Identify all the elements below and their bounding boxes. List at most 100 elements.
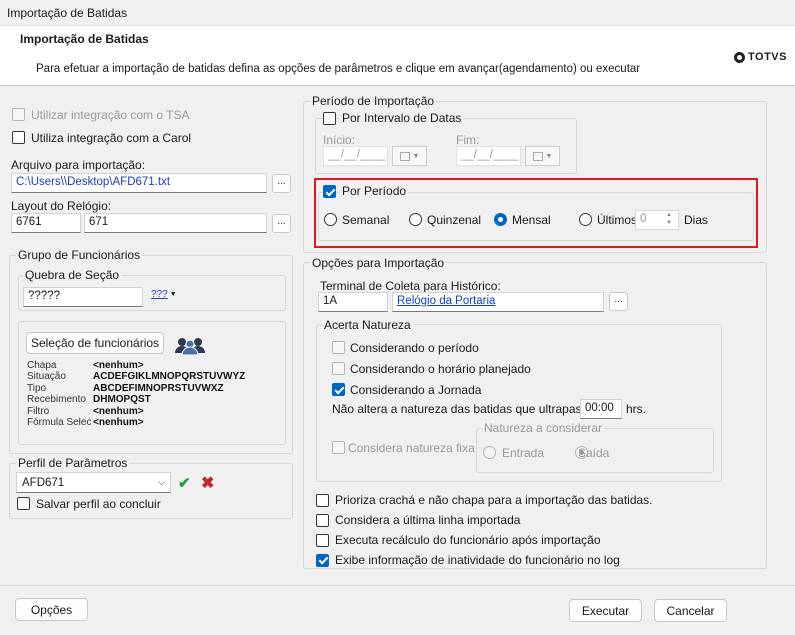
- perfil-title: Perfil de Parâmetros: [16, 456, 130, 470]
- ultimos-radio[interactable]: [579, 213, 592, 226]
- opcoes-check-row: Executa recálculo do funcionário após im…: [316, 530, 756, 550]
- inicio-date-input[interactable]: __/__/____: [323, 146, 388, 166]
- quinzenal-label: Quinzenal: [427, 213, 482, 227]
- selecao-field-value: ACDEFGIKLMNOPQRSTUVWYZ: [93, 371, 246, 383]
- fim-label: Fim:: [456, 133, 480, 147]
- carol-checkbox[interactable]: [12, 131, 25, 144]
- por-periodo-checkbox[interactable]: [323, 185, 336, 198]
- terminal-label: Terminal de Coleta para Histórico:: [320, 279, 501, 293]
- saida-label: Saída: [578, 446, 610, 460]
- selecao-field-value: <nenhum>: [93, 359, 144, 371]
- users-group-icon[interactable]: [174, 336, 206, 356]
- perfil-select[interactable]: AFD671 ⌵: [16, 472, 171, 493]
- opcoes-check-row: Exibe informação de inatividade do funci…: [316, 550, 756, 570]
- terminal-name-input[interactable]: Relógio da Portaria: [392, 292, 604, 312]
- acerta-option-checkbox[interactable]: [332, 362, 345, 375]
- inicio-label: Início:: [323, 133, 356, 147]
- natureza-considerar-title: Natureza a considerar: [482, 421, 605, 435]
- selecao-field-label: Chapa: [27, 359, 57, 371]
- chevron-down-icon: ⌵: [158, 477, 165, 487]
- arquivo-browse-button[interactable]: ...: [272, 174, 291, 193]
- acerta-option-label: Considerando o período: [350, 340, 479, 355]
- totvs-logo-icon: [734, 51, 745, 63]
- quebra-dropdown-button[interactable]: ??? ▼: [151, 289, 177, 300]
- opcoes-check-checkbox[interactable]: [316, 513, 329, 527]
- page-title: Importação de Batidas: [20, 32, 149, 46]
- cancelar-button[interactable]: Cancelar: [654, 599, 727, 622]
- intervalo-checkbox[interactable]: [323, 112, 336, 125]
- executar-button[interactable]: Executar: [569, 599, 642, 622]
- opcoes-check-checkbox[interactable]: [316, 533, 329, 547]
- quebra-dropdown-label: ???: [151, 289, 168, 300]
- tsa-checkbox[interactable]: [12, 108, 25, 121]
- delete-x-icon[interactable]: ✖: [201, 473, 214, 493]
- acerta-option-row: Considerando a Jornada: [332, 379, 712, 400]
- chevron-down-icon: ▼: [412, 152, 420, 160]
- tsa-label: Utilizar integração com o TSA: [31, 108, 190, 122]
- chevron-down-icon: ▼: [169, 291, 177, 298]
- nao-altera-unit: hrs.: [626, 402, 647, 416]
- opcoes-check-label: Prioriza crachá e não chapa para a impor…: [335, 493, 653, 507]
- dias-label: Dias: [684, 213, 709, 227]
- semanal-label: Semanal: [342, 213, 390, 227]
- acerta-title: Acerta Natureza: [322, 318, 413, 332]
- selecao-field-label: Situação: [27, 371, 66, 383]
- terminal-code-input[interactable]: 1A: [318, 292, 388, 312]
- selecao-field-row: Recebimento DHMOPQST: [27, 394, 282, 407]
- acerta-options: Considerando o período Considerando o hor…: [332, 337, 712, 400]
- selecao-field-row: Situação ACDEFGIKLMNOPQRSTUVWYZ: [27, 371, 282, 384]
- por-periodo-label: Por Período: [340, 184, 409, 198]
- selecao-field-label: Fórmula Selec: [27, 417, 92, 429]
- selecao-fields-list: Chapa <nenhum> Situação ACDEFGIKLMNOPQRSTUV…: [27, 360, 282, 429]
- mensal-label: Mensal: [512, 213, 551, 227]
- opcoes-checks: Prioriza crachá e não chapa para a impor…: [316, 490, 756, 570]
- opcoes-check-label: Executa recálculo do funcionário após im…: [335, 533, 601, 547]
- header-panel: Importação de Batidas Para efetuar a imp…: [0, 26, 795, 86]
- terminal-browse-button[interactable]: ...: [609, 292, 628, 311]
- fim-date-input[interactable]: __/__/____: [456, 146, 521, 166]
- semanal-radio[interactable]: [324, 213, 337, 226]
- confirm-check-icon[interactable]: ✔: [178, 474, 191, 492]
- opcoes-button[interactable]: Opções: [15, 598, 88, 621]
- totvs-logo: TOTVS: [734, 51, 787, 63]
- arquivo-label: Arquivo para importação:: [11, 158, 146, 172]
- layout-label: Layout do Relógio:: [11, 199, 112, 213]
- selecao-field-row: Filtro <nenhum>: [27, 406, 282, 418]
- layout-name-input[interactable]: 671: [84, 213, 267, 233]
- inicio-calendar-button[interactable]: ▼: [392, 146, 427, 166]
- opcoes-check-label: Exibe informação de inatividade do funci…: [335, 553, 620, 567]
- perfil-select-value: AFD671: [22, 476, 65, 489]
- ultimos-spinner[interactable]: 0: [635, 210, 679, 230]
- selecao-funcionarios-button[interactable]: Seleção de funcionários: [26, 332, 164, 354]
- mensal-radio[interactable]: [494, 213, 507, 226]
- window-titlebar: Importação de Batidas: [0, 0, 795, 26]
- quinzenal-radio[interactable]: [409, 213, 422, 226]
- selecao-field-row: Tipo ABCDEFIMNOPRSTUVWXZ: [27, 383, 282, 395]
- periodo-title: Período de Importação: [310, 94, 437, 108]
- page-description: Para efetuar a importação de batidas def…: [36, 63, 641, 75]
- selecao-field-value: ABCDEFIMNOPRSTUVWXZ: [93, 382, 224, 394]
- acerta-option-row: Considerando o horário planejado: [332, 358, 712, 379]
- nao-altera-input[interactable]: 00:00: [580, 399, 622, 419]
- acerta-option-row: Considerando o período: [332, 337, 712, 358]
- layout-code-input[interactable]: 6761: [11, 213, 81, 233]
- terminal-name-link[interactable]: Relógio da Portaria: [397, 295, 495, 307]
- selecao-field-value: DHMOPQST: [93, 394, 151, 406]
- salvar-perfil-checkbox[interactable]: [17, 497, 30, 510]
- acerta-option-checkbox[interactable]: [332, 341, 345, 354]
- layout-browse-button[interactable]: ...: [272, 214, 291, 233]
- quebra-title: Quebra de Seção: [23, 268, 122, 282]
- opcoes-check-checkbox[interactable]: [316, 553, 329, 567]
- opcoes-title: Opções para Importação: [310, 256, 447, 270]
- selecao-field-value: <nenhum>: [93, 405, 144, 417]
- selecao-field-label: Filtro: [27, 405, 50, 417]
- opcoes-check-label: Considera a última linha importada: [335, 513, 521, 527]
- spinner-arrows-icon[interactable]: ▲ ▼: [666, 211, 672, 227]
- acerta-option-checkbox[interactable]: [332, 383, 345, 396]
- quebra-input[interactable]: ?????: [23, 287, 143, 307]
- opcoes-check-checkbox[interactable]: [316, 493, 329, 507]
- natureza-fixa-checkbox[interactable]: [332, 441, 345, 454]
- fim-calendar-button[interactable]: ▼: [525, 146, 560, 166]
- arquivo-input[interactable]: C:\Users\\Desktop\AFD671.txt: [11, 173, 267, 193]
- entrada-radio[interactable]: [483, 446, 496, 459]
